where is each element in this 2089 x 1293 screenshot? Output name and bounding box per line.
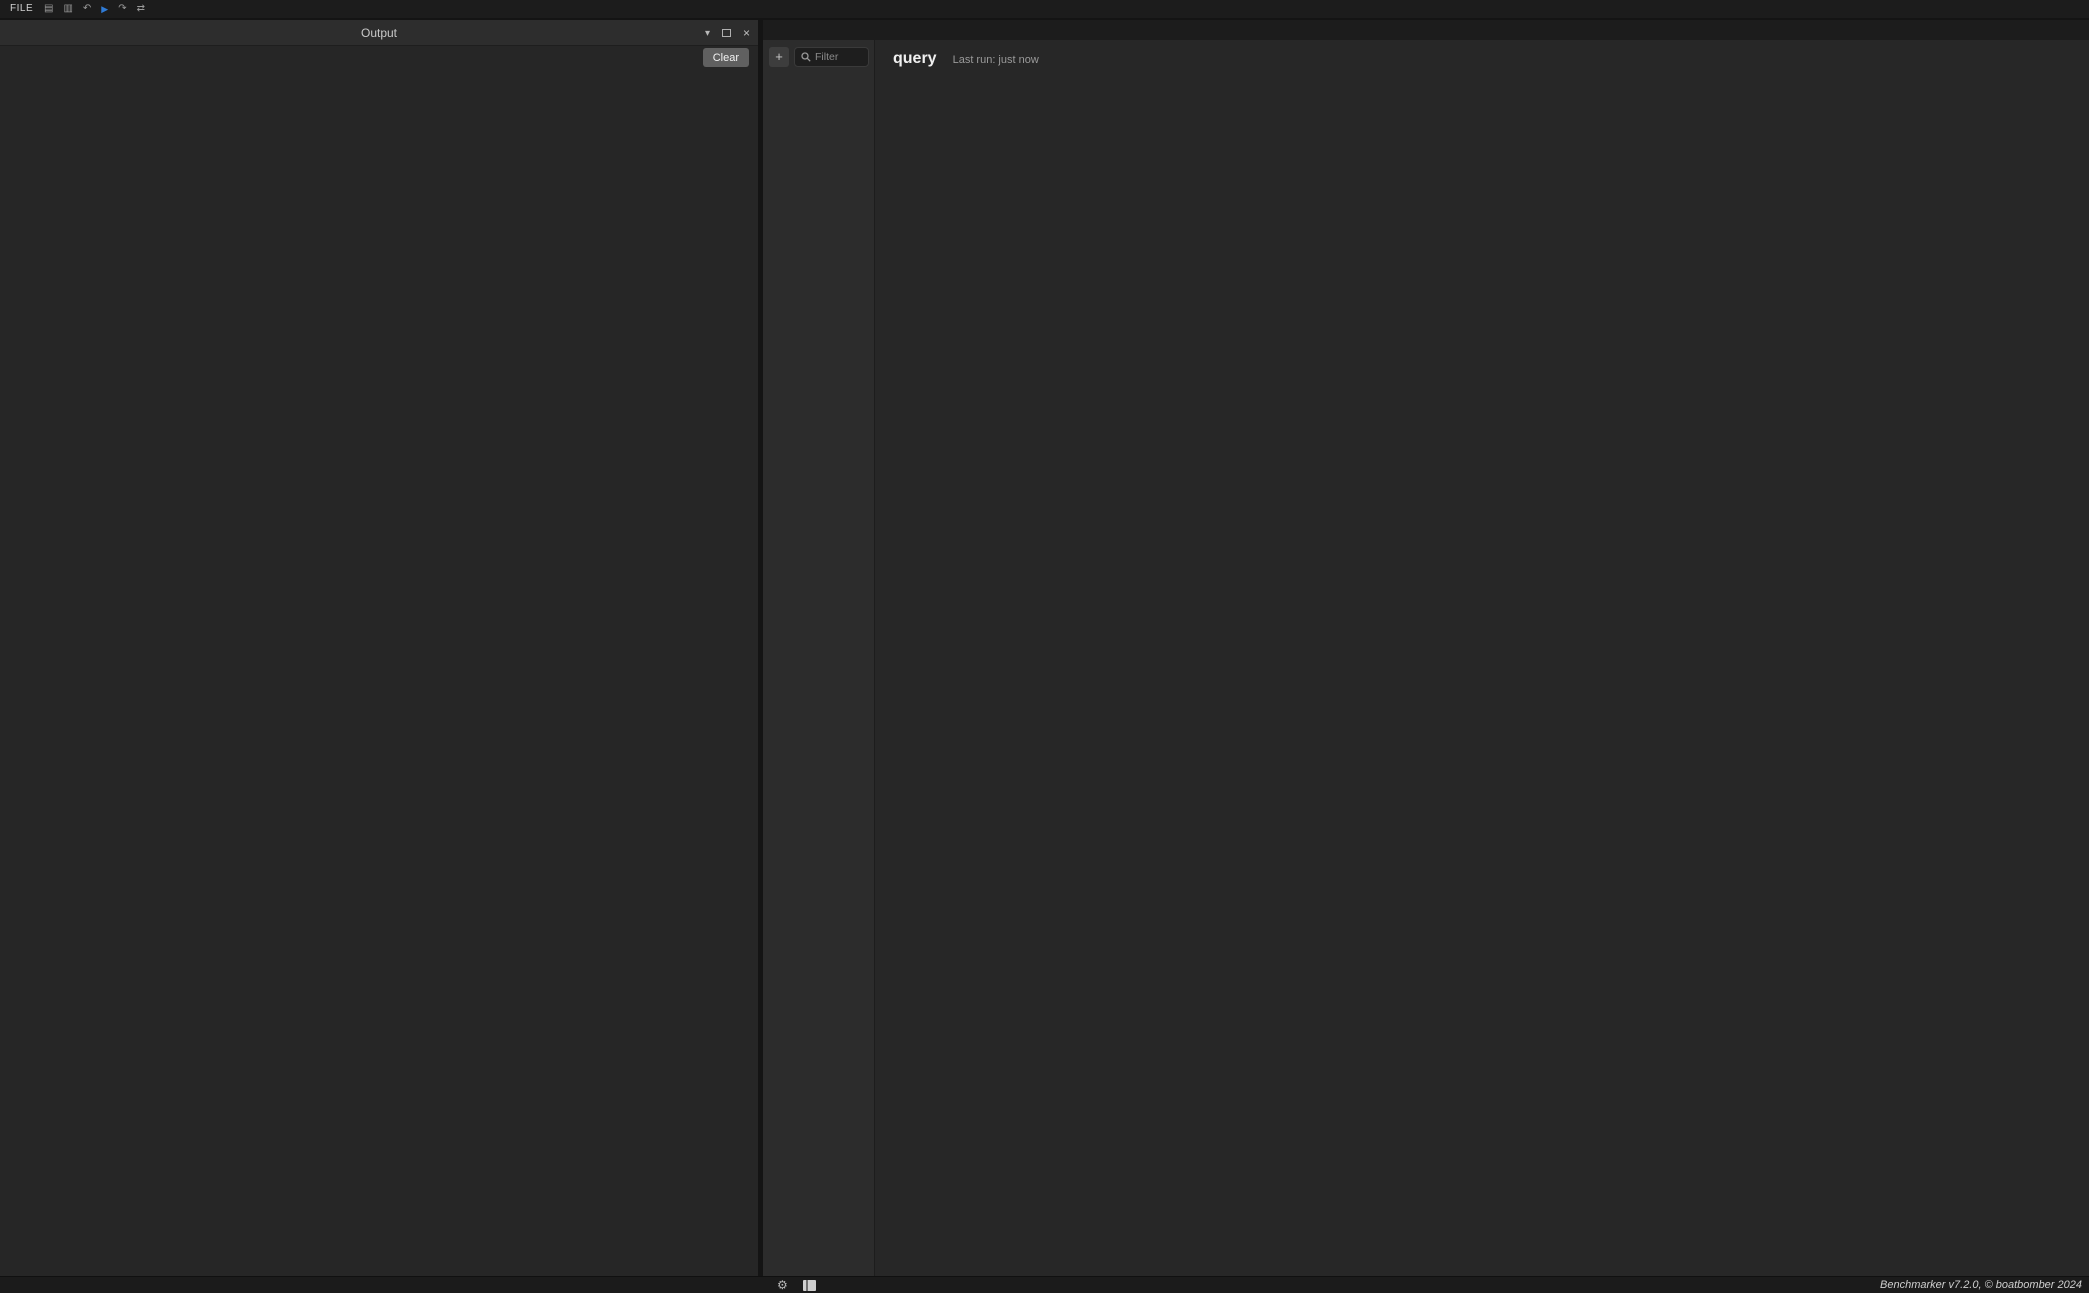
top-toolbar: FILE ▤ ▥ ↶ ▶ ↷ ⇄ xyxy=(0,0,2089,18)
benchmarker-body: + Filter query Last run: just now xyxy=(763,40,2089,1276)
benchmarker-window: + Filter query Last run: just now xyxy=(763,20,2089,1276)
result-header: query Last run: just now xyxy=(893,50,1039,68)
add-benchmark-button[interactable]: + xyxy=(769,47,789,67)
settings-gear-icon[interactable]: ⚙ xyxy=(777,1277,788,1293)
clear-output-button[interactable]: Clear xyxy=(703,48,749,67)
output-panel-header: Output ▾ × xyxy=(0,20,758,46)
histogram-plot xyxy=(1116,80,1416,230)
close-icon[interactable]: × xyxy=(743,26,750,40)
log-book-icon[interactable] xyxy=(803,1280,816,1291)
output-panel: Output ▾ × Clear xyxy=(0,20,758,1276)
output-header-icons: ▾ × xyxy=(705,20,750,46)
editor-tab-bar xyxy=(763,20,2089,40)
benchmark-results: query Last run: just now xyxy=(875,40,2089,1276)
filter-input[interactable]: Filter xyxy=(794,47,869,67)
save-icon[interactable]: ▤ xyxy=(44,0,53,18)
play-button[interactable]: ▶ xyxy=(101,0,108,18)
status-bar: ⚙ Benchmarker v7.2.0, © boatbomber 2024 xyxy=(0,1276,2089,1293)
sync-icon[interactable]: ⇄ xyxy=(137,0,145,18)
last-run-label: Last run: just now xyxy=(953,54,1039,66)
file-menu[interactable]: FILE xyxy=(10,3,33,14)
benchmark-list-sidebar: + Filter xyxy=(763,40,875,1276)
filter-placeholder: Filter xyxy=(815,51,838,63)
redo-icon[interactable]: ↷ xyxy=(118,0,126,18)
chevron-down-icon[interactable]: ▾ xyxy=(705,28,710,39)
undo-icon[interactable]: ↶ xyxy=(83,0,91,18)
float-window-icon[interactable] xyxy=(722,29,731,37)
output-panel-title: Output xyxy=(0,26,758,40)
quick-access-toolbar: ▤ ▥ ↶ ▶ ↷ ⇄ xyxy=(44,0,145,18)
search-icon xyxy=(801,52,811,62)
benchmark-title: query xyxy=(893,50,937,68)
output-log[interactable] xyxy=(0,46,758,1276)
credit-label: Benchmarker v7.2.0, © boatbomber 2024 xyxy=(1880,1277,2082,1293)
publish-icon[interactable]: ▥ xyxy=(63,0,72,18)
histogram-chart xyxy=(1076,80,2089,1040)
